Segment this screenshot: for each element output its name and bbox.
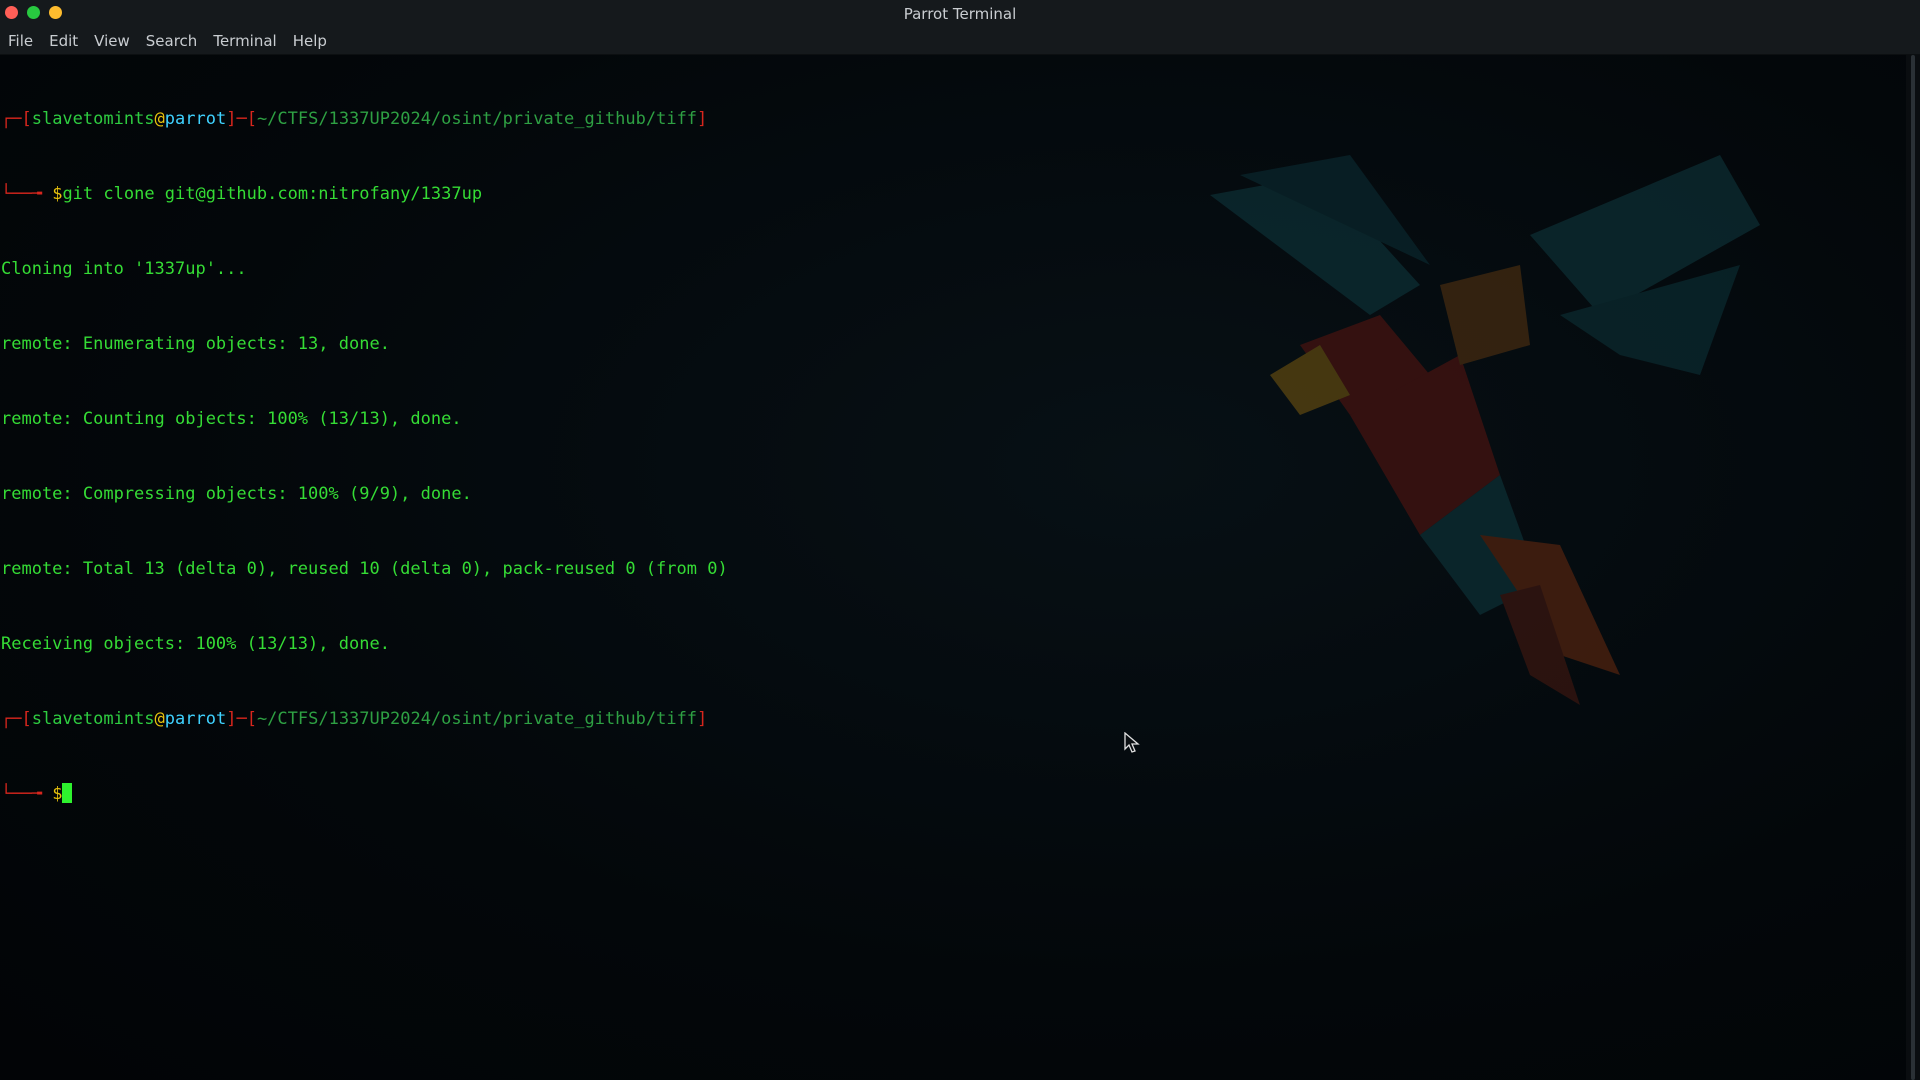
prompt-host: parrot [164,709,227,729]
maximize-window-button[interactable] [27,6,40,19]
prompt-path: ~/CTFS/1337UP2024/osint/private_github/t… [256,709,698,729]
menu-edit[interactable]: Edit [41,32,86,50]
menu-view[interactable]: View [86,32,138,50]
prompt-line-1: ┌─[slavetomints@parrot]─[~/CTFS/1337UP20… [1,109,708,129]
output-line: remote: Enumerating objects: 13, done. [1,334,390,354]
output-line: Receiving objects: 100% (13/13), done. [1,634,390,654]
output-line: remote: Total 13 (delta 0), reused 10 (d… [1,559,728,579]
window-controls [5,6,62,19]
prompt-host: parrot [164,109,227,129]
mouse-pointer-icon [1124,732,1140,753]
menu-bar: File Edit View Search Terminal Help [0,28,1920,55]
prompt-path: ~/CTFS/1337UP2024/osint/private_github/t… [256,109,698,129]
terminal-window: Parrot Terminal File Edit View Search Te… [0,0,1920,1080]
close-window-button[interactable] [5,6,18,19]
prompt-user: slavetomints [31,709,155,729]
minimize-window-button[interactable] [49,6,62,19]
title-bar[interactable]: Parrot Terminal [0,0,1920,28]
menu-file[interactable]: File [0,32,41,50]
terminal-scrollbar[interactable] [1906,55,1920,1080]
prompt-user: slavetomints [31,109,155,129]
prompt-at: @ [154,109,165,129]
window-title: Parrot Terminal [903,5,1017,23]
menu-help[interactable]: Help [285,32,335,50]
menu-search[interactable]: Search [138,32,206,50]
output-line: remote: Compressing objects: 100% (9/9),… [1,484,472,504]
menu-terminal[interactable]: Terminal [205,32,284,50]
terminal-output: ┌─[slavetomints@parrot]─[~/CTFS/1337UP20… [1,57,728,857]
output-line: remote: Counting objects: 100% (13/13), … [1,409,462,429]
prompt-line-2: ┌─[slavetomints@parrot]─[~/CTFS/1337UP20… [1,709,708,729]
command-text: git clone git@github.com:nitrofany/1337u… [62,184,483,204]
scrollbar-thumb[interactable] [1911,55,1915,1080]
text-cursor [62,783,73,803]
prompt-symbol: $ [52,784,63,804]
parrot-wallpaper-icon [1210,155,1760,705]
prompt-at: @ [154,709,165,729]
prompt-symbol: $ [52,184,63,204]
terminal-area[interactable]: ┌─[slavetomints@parrot]─[~/CTFS/1337UP20… [0,55,1906,1080]
output-line: Cloning into '1337up'... [1,259,247,279]
command-line-2[interactable]: └──╼ $ [1,782,728,807]
command-line-1: └──╼ $git clone git@github.com:nitrofany… [1,184,483,204]
